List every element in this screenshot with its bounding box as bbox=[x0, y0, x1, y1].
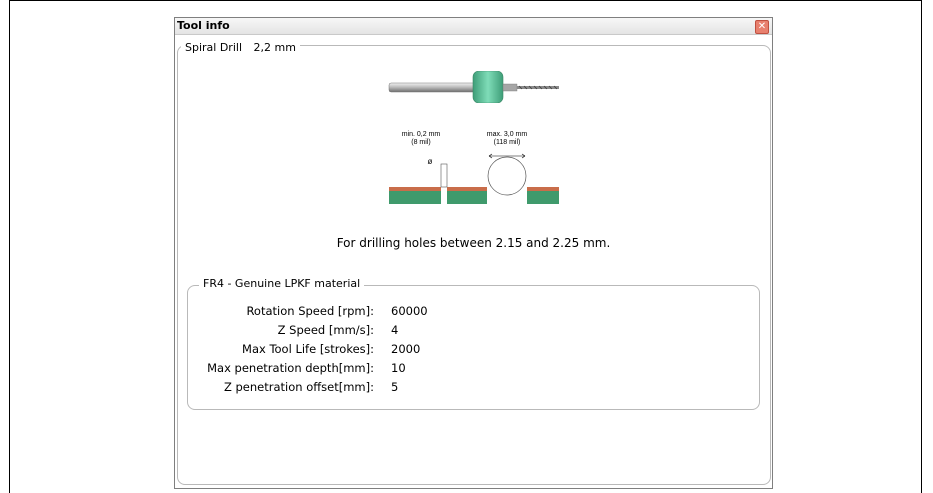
window-title: Tool info bbox=[177, 19, 230, 32]
min-size-sub: (8 mil) bbox=[411, 139, 430, 146]
param-value: 2000 bbox=[391, 342, 421, 356]
param-row-max-penetration-depth: Max penetration depth[mm]: 10 bbox=[175, 361, 772, 377]
drill-bit-image bbox=[388, 71, 559, 103]
min-diameter-symbol: ø bbox=[428, 157, 433, 166]
tool-info-window: Tool info ✕ Spiral Drill 2,2 mm min. 0,2… bbox=[174, 17, 773, 489]
param-value: 10 bbox=[391, 361, 406, 375]
min-size-label: min. 0,2 mm bbox=[402, 131, 441, 138]
tool-name: Spiral Drill bbox=[185, 41, 242, 54]
title-bar[interactable]: Tool info ✕ bbox=[175, 18, 772, 35]
close-button[interactable]: ✕ bbox=[755, 20, 769, 34]
param-label: Rotation Speed [rpm]: bbox=[246, 304, 374, 318]
param-value: 5 bbox=[391, 380, 399, 394]
param-label: Max Tool Life [strokes]: bbox=[242, 342, 374, 356]
max-size-sub: (118 mil) bbox=[494, 139, 521, 146]
tool-description: For drilling holes between 2.15 and 2.25… bbox=[336, 236, 611, 250]
tool-group-legend: Spiral Drill 2,2 mm bbox=[181, 41, 300, 54]
outer-border-right bbox=[921, 0, 922, 493]
material-group-legend: FR4 - Genuine LPKF material bbox=[199, 277, 365, 290]
param-label: Z Speed [mm/s]: bbox=[277, 323, 374, 337]
param-value: 60000 bbox=[391, 304, 428, 318]
param-row-z-penetration-offset: Z penetration offset[mm]: 5 bbox=[175, 380, 772, 396]
param-row-z-speed: Z Speed [mm/s]: 4 bbox=[175, 323, 772, 339]
param-label: Z penetration offset[mm]: bbox=[223, 380, 374, 394]
max-size-label: max. 3,0 mm bbox=[487, 131, 528, 138]
close-icon: ✕ bbox=[757, 21, 767, 32]
param-row-max-tool-life: Max Tool Life [strokes]: 2000 bbox=[175, 342, 772, 358]
param-label: Max penetration depth[mm]: bbox=[207, 361, 374, 375]
outer-border-top bbox=[9, 0, 922, 1]
param-row-rotation-speed: Rotation Speed [rpm]: 60000 bbox=[175, 304, 772, 320]
param-value: 4 bbox=[391, 323, 399, 337]
outer-border-left bbox=[9, 0, 10, 493]
hole-size-diagram: min. 0,2 mm (8 mil) max. 3,0 mm (118 mil… bbox=[389, 131, 559, 204]
tool-size: 2,2 mm bbox=[253, 41, 296, 54]
tool-group-frame bbox=[177, 45, 771, 485]
